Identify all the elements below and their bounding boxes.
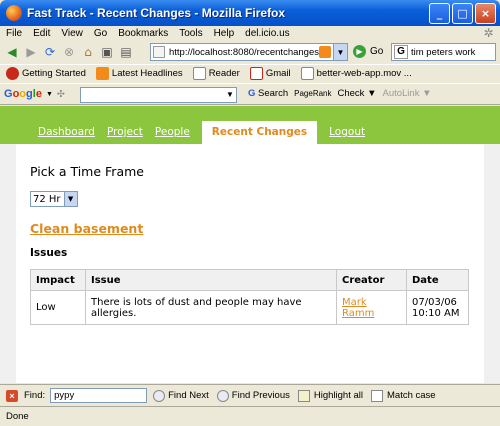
issues-heading: Issues <box>30 247 68 259</box>
google-search-dropdown-icon[interactable]: ▼ <box>224 88 236 102</box>
close-button[interactable]: × <box>475 3 496 24</box>
column-header-impact: Impact <box>30 269 86 291</box>
find-bar: × Find: pypy Find Next Find Previous Hig… <box>0 384 500 406</box>
menu-help[interactable]: Help <box>214 28 235 39</box>
highlight-all-button[interactable]: Highlight all <box>297 389 363 402</box>
reload-icon[interactable]: ⟳ <box>42 44 58 60</box>
navigation-toolbar: ◀ ▶ ⟳ ⊗ ⌂ ▣ ▤ http://localhost:8080/rece… <box>0 41 500 63</box>
creator-link[interactable]: Mark Ramm <box>342 297 374 319</box>
task-link[interactable]: Clean basement <box>30 221 470 236</box>
cell-impact: Low <box>30 290 86 325</box>
find-label: Find: <box>24 390 46 401</box>
checkbox-icon[interactable] <box>371 389 383 402</box>
bookmark-reader[interactable]: Reader <box>192 67 240 80</box>
nav-people[interactable]: People <box>155 126 190 138</box>
status-text: Done <box>6 411 29 422</box>
rss-icon <box>95 67 109 80</box>
table-header-row: Impact Issue Creator Date <box>30 269 469 291</box>
nav-logout[interactable]: Logout <box>329 126 365 138</box>
highlight-icon <box>297 389 310 402</box>
menu-view[interactable]: View <box>61 28 83 39</box>
menu-delicious[interactable]: del.icio.us <box>245 28 289 39</box>
window-title-bar: Fast Track - Recent Changes - Mozilla Fi… <box>0 0 500 26</box>
window-title: Fast Track - Recent Changes - Mozilla Fi… <box>27 6 286 20</box>
menu-tools[interactable]: Tools <box>179 28 202 39</box>
timeframe-select[interactable]: 72 Hr ▼ <box>30 191 78 207</box>
close-find-bar-icon[interactable]: × <box>6 389 18 402</box>
chevron-down-icon[interactable]: ▼ <box>63 192 77 206</box>
page-icon <box>153 46 165 58</box>
page-icon <box>300 67 314 80</box>
go-icon: ▶ <box>353 45 366 58</box>
column-header-issue: Issue <box>85 269 337 291</box>
menu-bookmarks[interactable]: Bookmarks <box>118 28 168 39</box>
google-icon <box>192 67 206 80</box>
menu-file[interactable]: File <box>6 28 22 39</box>
bookmark-manager-icon[interactable]: ▣ <box>99 44 115 60</box>
column-header-creator: Creator <box>336 269 407 291</box>
autolink-button[interactable]: AutoLink ▼ <box>382 88 431 99</box>
bookmark-getting-started[interactable]: Getting Started <box>6 67 86 80</box>
menu-bar: File Edit View Go Bookmarks Tools Help d… <box>0 26 500 41</box>
cell-issue: There is lots of dust and people may hav… <box>85 290 337 325</box>
go-label: Go <box>370 46 384 57</box>
url-text[interactable]: http://localhost:8080/recentchanges/ <box>169 47 322 58</box>
nav-project[interactable]: Project <box>107 126 143 138</box>
check-button[interactable]: Check ▼ <box>338 88 377 99</box>
menu-edit[interactable]: Edit <box>33 28 50 39</box>
find-previous-icon <box>216 389 229 402</box>
url-bar[interactable]: http://localhost:8080/recentchanges/ ▼ <box>150 43 348 61</box>
find-next-icon <box>153 389 166 402</box>
nav-dashboard[interactable]: Dashboard <box>38 126 95 138</box>
back-icon[interactable]: ◀ <box>4 44 20 60</box>
google-search-icon[interactable]: G <box>394 45 408 59</box>
page-viewport: Dashboard Project People Recent Changes … <box>0 106 500 383</box>
google-puzzle-icon[interactable]: ✣ <box>57 89 65 100</box>
search-input[interactable]: tim peters work <box>411 47 475 58</box>
forward-icon[interactable]: ▶ <box>23 44 39 60</box>
google-logo-dropdown-icon[interactable]: ▼ <box>46 91 53 98</box>
maximize-button[interactable]: □ <box>452 3 473 24</box>
firefox-icon <box>6 5 22 21</box>
search-box[interactable]: G tim peters work <box>391 43 496 61</box>
google-toolbar: Google ▼ ✣ ▼ G Search PageRank Check ▼ A… <box>0 83 500 105</box>
stop-icon[interactable]: ⊗ <box>61 44 77 60</box>
issues-table: Impact Issue Creator Date Low There is l… <box>30 269 469 325</box>
site-nav: Dashboard Project People Recent Changes … <box>0 106 500 144</box>
google-search-button[interactable]: G Search <box>248 88 288 99</box>
google-logo[interactable]: Google <box>4 88 42 100</box>
menu-go[interactable]: Go <box>94 28 107 39</box>
bookmark-better-web-app[interactable]: better-web-app.mov ... <box>300 67 412 80</box>
timeframe-heading: Pick a Time Frame <box>30 164 144 179</box>
tab-recent-changes[interactable]: Recent Changes <box>201 121 318 144</box>
page-info-icon[interactable]: ▤ <box>118 44 134 60</box>
bookmarks-toolbar: Getting Started Latest Headlines Reader … <box>0 64 500 82</box>
url-dropdown-icon[interactable]: ▼ <box>333 44 347 60</box>
match-case-checkbox[interactable]: Match case <box>371 389 436 402</box>
home-icon[interactable]: ⌂ <box>80 44 96 60</box>
pagerank-icon: PageRank <box>294 89 332 98</box>
table-row: Low There is lots of dust and people may… <box>30 290 469 325</box>
gmail-icon <box>249 67 263 80</box>
column-header-date: Date <box>406 269 469 291</box>
timeframe-value: 72 Hr <box>33 193 61 205</box>
cell-date: 07/03/06 10:10 AM <box>406 290 469 325</box>
find-next-button[interactable]: Find Next <box>153 389 209 402</box>
minimize-button[interactable]: _ <box>429 3 450 24</box>
main-content: Pick a Time Frame 72 Hr ▼ Clean basement… <box>16 144 484 383</box>
status-bar: Done <box>0 406 500 426</box>
bookmark-latest-headlines[interactable]: Latest Headlines <box>95 67 183 80</box>
bookmark-gmail[interactable]: Gmail <box>249 67 291 80</box>
cell-creator: Mark Ramm <box>336 290 407 325</box>
go-button[interactable]: ▶ Go <box>353 45 383 58</box>
google-search-input[interactable]: ▼ <box>80 87 237 103</box>
throbber-icon: ✲ <box>483 26 494 40</box>
find-previous-button[interactable]: Find Previous <box>216 389 290 402</box>
rss-icon[interactable] <box>319 46 331 58</box>
find-input[interactable]: pypy <box>50 388 148 403</box>
getting-started-icon <box>6 67 19 80</box>
